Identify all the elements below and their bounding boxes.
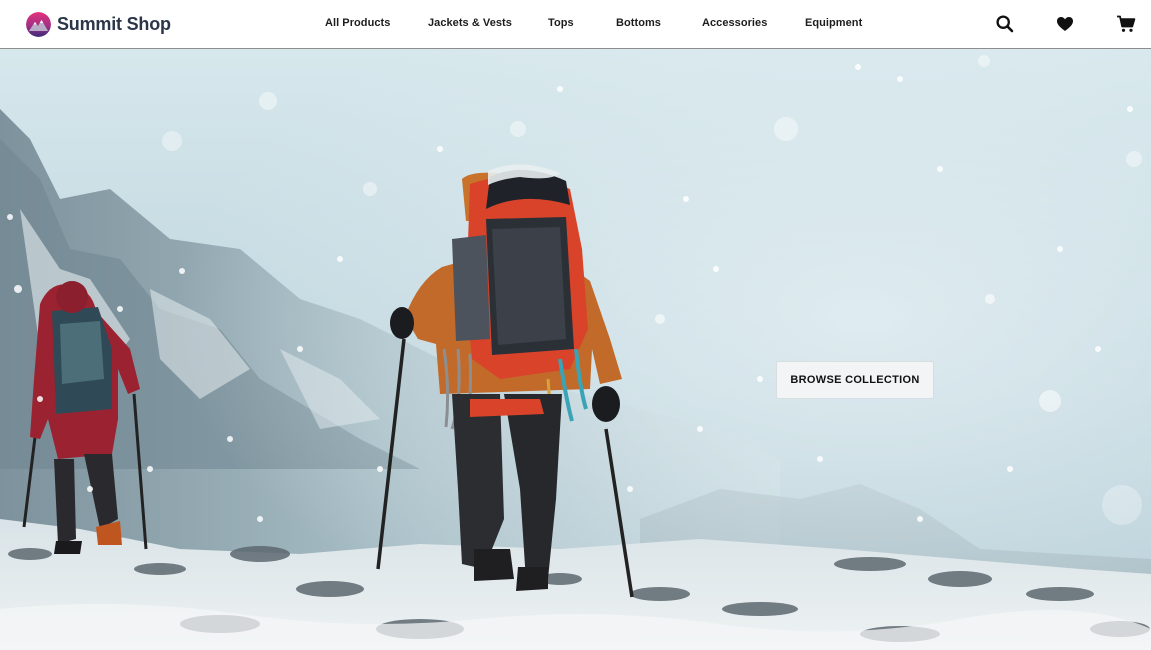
- heart-icon[interactable]: [1055, 14, 1075, 34]
- nav-link-equipment[interactable]: Equipment: [805, 17, 862, 29]
- nav-link-accessories[interactable]: Accessories: [702, 17, 767, 29]
- nav-link-all-products[interactable]: All Products: [325, 17, 390, 29]
- nav-link-tops[interactable]: Tops: [548, 17, 574, 29]
- browse-collection-button[interactable]: BROWSE COLLECTION: [776, 361, 934, 399]
- nav-link-jackets-vests[interactable]: Jackets & Vests: [428, 17, 512, 29]
- hero-banner: BROWSE COLLECTION: [0, 49, 1151, 650]
- hero-image: [0, 49, 1151, 650]
- mountain-logo-icon: [26, 12, 51, 37]
- cart-icon[interactable]: [1116, 14, 1136, 34]
- brand-logo-link[interactable]: Summit Shop: [26, 12, 171, 37]
- main-nav: All Products Jackets & Vests Tops Bottom…: [0, 0, 1151, 48]
- nav-link-bottoms[interactable]: Bottoms: [616, 17, 661, 29]
- top-navbar: Summit Shop All Products Jackets & Vests…: [0, 0, 1151, 49]
- search-icon[interactable]: [995, 14, 1015, 34]
- brand-name: Summit Shop: [57, 14, 171, 34]
